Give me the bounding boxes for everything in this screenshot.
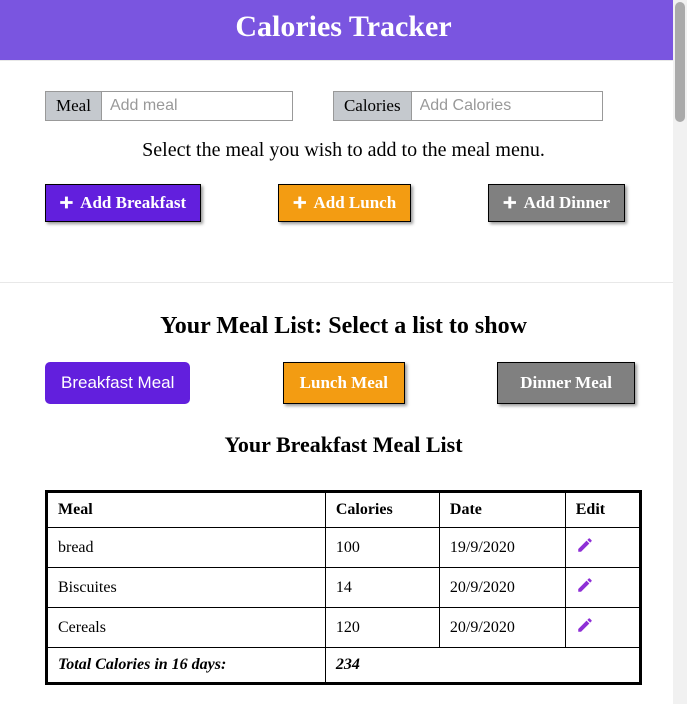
col-date: Date — [439, 492, 565, 528]
breakfast-list-button[interactable]: Breakfast Meal — [45, 362, 190, 404]
app-header: Calories Tracker — [0, 0, 687, 60]
scrollbar[interactable] — [673, 0, 687, 704]
instruction-text: Select the meal you wish to add to the m… — [45, 139, 642, 162]
current-list-heading: Your Breakfast Meal List — [45, 432, 642, 458]
cell-edit — [565, 568, 640, 608]
cell-edit — [565, 528, 640, 568]
cell-date: 19/9/2020 — [439, 528, 565, 568]
add-dinner-button[interactable]: ➕︎ Add Dinner — [488, 184, 625, 222]
pencil-icon[interactable] — [576, 541, 594, 558]
dinner-list-button[interactable]: Dinner Meal — [497, 362, 635, 404]
meal-list-section: Your Meal List: Select a list to show Br… — [0, 282, 687, 715]
plus-icon: ➕︎ — [293, 193, 306, 212]
meal-input[interactable] — [102, 92, 292, 120]
pencil-icon[interactable] — [576, 581, 594, 598]
add-meal-section: Meal Calories Select the meal you wish t… — [0, 60, 687, 252]
total-row: Total Calories in 16 days:234 — [47, 648, 641, 684]
cell-edit — [565, 608, 640, 648]
col-meal: Meal — [47, 492, 326, 528]
add-lunch-button[interactable]: ➕︎ Add Lunch — [278, 184, 411, 222]
table-row: Cereals12020/9/2020 — [47, 608, 641, 648]
lunch-list-button[interactable]: Lunch Meal — [283, 362, 405, 404]
plus-icon: ➕︎ — [503, 193, 516, 212]
calories-input-group: Calories — [333, 91, 603, 121]
cell-meal: Biscuites — [47, 568, 326, 608]
list-select-heading: Your Meal List: Select a list to show — [45, 313, 642, 340]
meal-input-group: Meal — [45, 91, 293, 121]
total-label: Total Calories in 16 days: — [47, 648, 326, 684]
table-row: bread10019/9/2020 — [47, 528, 641, 568]
pencil-icon[interactable] — [576, 621, 594, 638]
table-header-row: Meal Calories Date Edit — [47, 492, 641, 528]
page-title: Calories Tracker — [0, 10, 687, 44]
col-edit: Edit — [565, 492, 640, 528]
cell-date: 20/9/2020 — [439, 608, 565, 648]
plus-icon: ➕︎ — [60, 193, 73, 212]
meal-label: Meal — [46, 92, 102, 120]
scrollbar-thumb[interactable] — [675, 2, 685, 122]
calories-label: Calories — [334, 92, 412, 120]
meal-table: Meal Calories Date Edit bread10019/9/202… — [45, 490, 642, 685]
cell-calories: 100 — [325, 528, 439, 568]
calories-input[interactable] — [412, 92, 602, 120]
cell-calories: 120 — [325, 608, 439, 648]
cell-meal: bread — [47, 528, 326, 568]
cell-date: 20/9/2020 — [439, 568, 565, 608]
table-row: Biscuites1420/9/2020 — [47, 568, 641, 608]
total-value: 234 — [325, 648, 640, 684]
cell-meal: Cereals — [47, 608, 326, 648]
add-breakfast-button[interactable]: ➕︎ Add Breakfast — [45, 184, 201, 222]
cell-calories: 14 — [325, 568, 439, 608]
col-calories: Calories — [325, 492, 439, 528]
